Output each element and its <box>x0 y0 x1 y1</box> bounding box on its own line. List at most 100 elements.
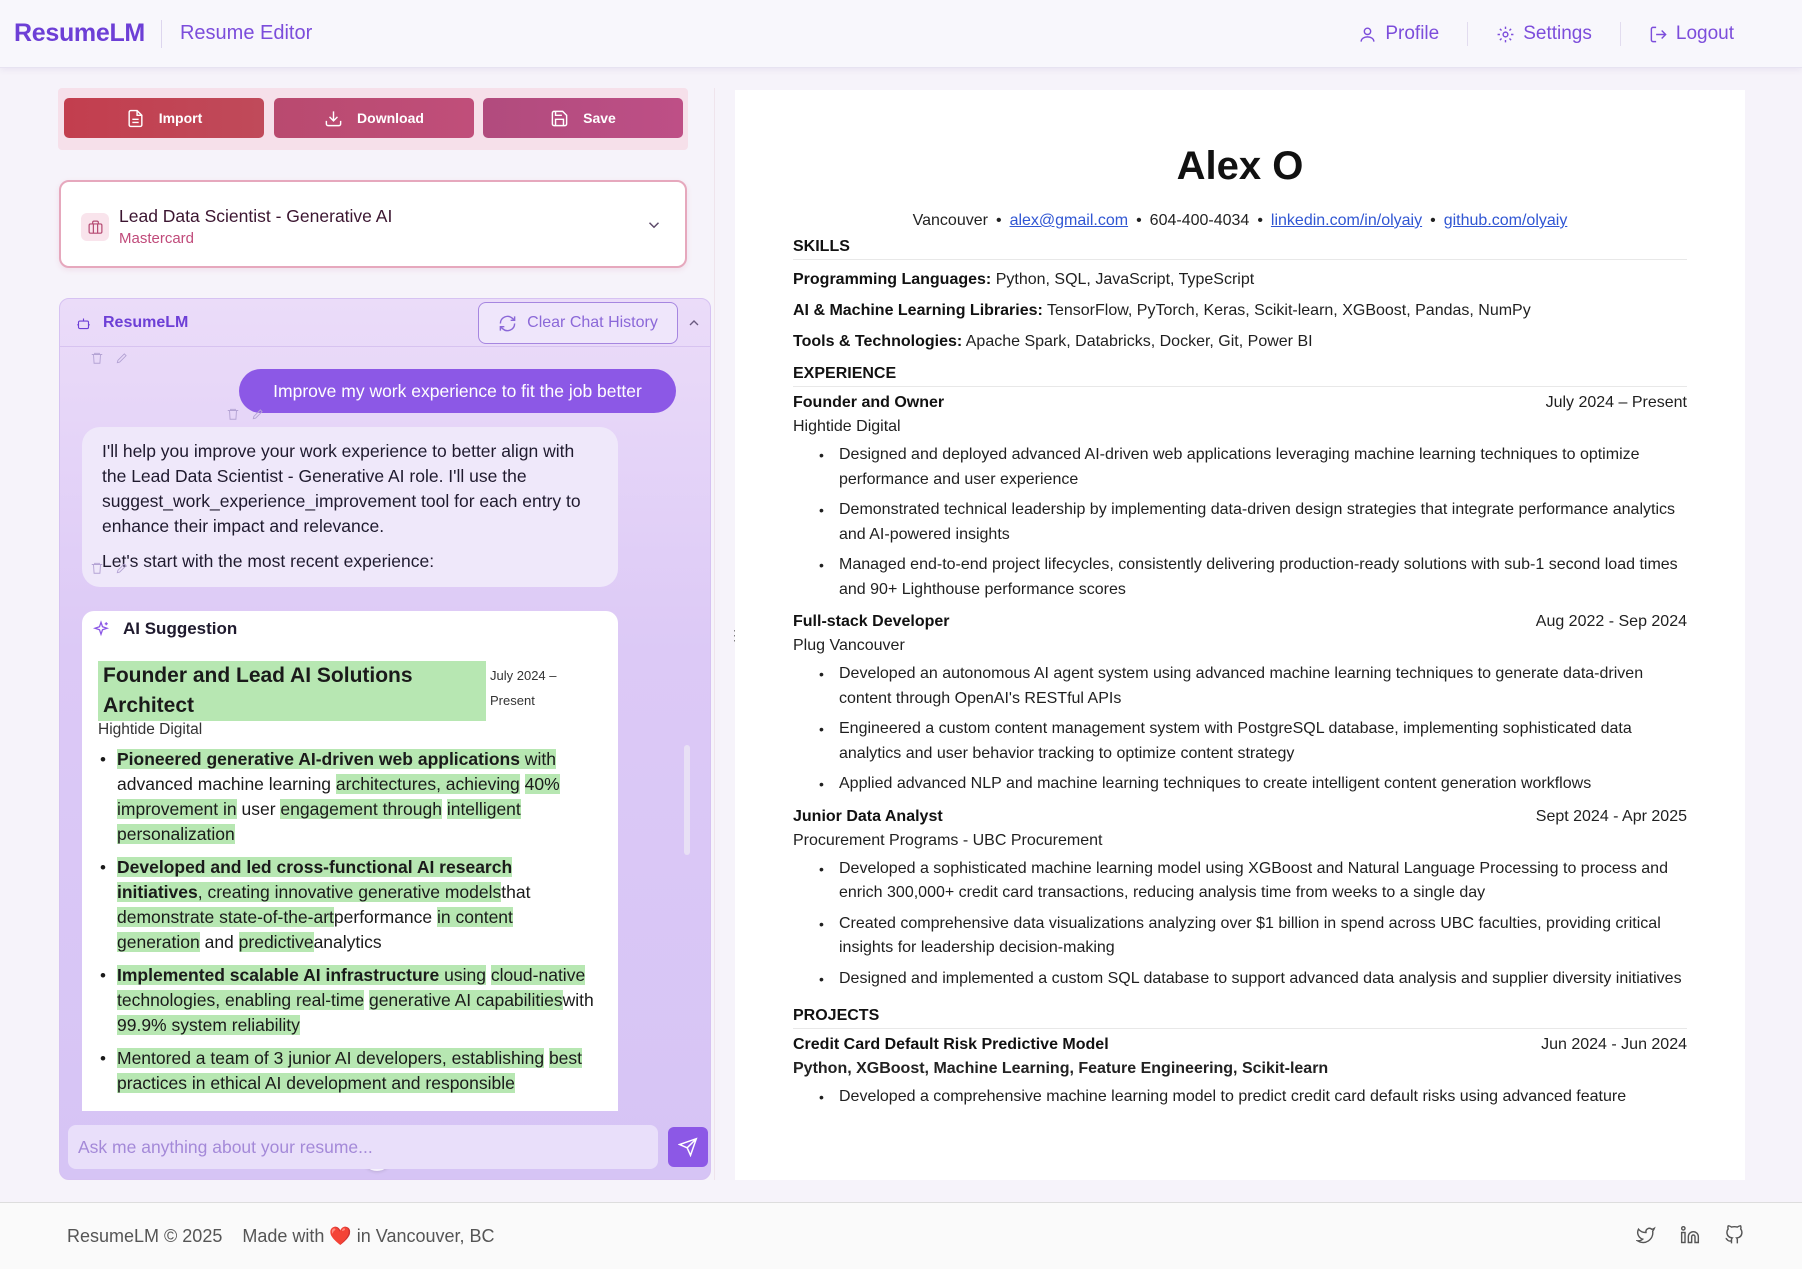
list-item: Developed and led cross-functional AI re… <box>100 855 600 955</box>
list-item: Applied advanced NLP and machine learnin… <box>793 772 1687 797</box>
linkedin-icon[interactable] <box>1680 1225 1700 1245</box>
target-job-card[interactable]: Lead Data Scientist - Generative AI Mast… <box>59 180 687 268</box>
logout-icon <box>1650 26 1667 42</box>
job-title: Lead Data Scientist - Generative AI <box>119 206 393 226</box>
top-nav: Profile Settings Logout <box>1330 0 1762 68</box>
assistant-text: Let's start with the most recent experie… <box>102 551 435 571</box>
resume-name: Alex O <box>1176 144 1304 188</box>
list-item: Designed and implemented a custom SQL da… <box>793 967 1687 992</box>
pencil-icon[interactable] <box>251 407 265 421</box>
save-button[interactable]: Save <box>483 98 683 138</box>
footer: ResumeLM © 2025 Made with ❤️ in Vancouve… <box>0 1202 1802 1269</box>
footer-copyright: ResumeLM © 2025 <box>67 1225 223 1246</box>
message-tools <box>90 351 129 365</box>
clear-chat-label: Clear Chat History <box>527 314 658 331</box>
list-item: Designed and deployed advanced AI-driven… <box>793 443 1687 492</box>
nav-profile[interactable]: Profile <box>1330 23 1467 45</box>
experience-entry: Founder and Owner July 2024 – Present Hig… <box>793 391 1687 602</box>
save-icon <box>551 110 568 126</box>
top-navbar: ResumeLM Resume Editor Profile Settings … <box>0 0 1802 68</box>
file-icon <box>128 109 143 127</box>
list-item: Developed an autonomous AI agent system … <box>793 662 1687 711</box>
clear-chat-button[interactable]: Clear Chat History <box>478 302 678 344</box>
section-heading: PROJECTS <box>793 999 1687 1029</box>
brand-divider <box>160 19 162 48</box>
resume-phone: 604-400-4034 <box>1149 212 1250 229</box>
project-entry: Credit Card Default Risk Predictive Mode… <box>793 1033 1687 1110</box>
github-icon[interactable] <box>1724 1225 1744 1245</box>
import-label: Import <box>158 110 203 126</box>
assistant-text: I'll help you improve your work experien… <box>102 441 581 536</box>
experience-entry: Full-stack Developer Aug 2022 - Sep 2024 … <box>793 610 1687 797</box>
suggestion-title: AI Suggestion <box>123 619 238 638</box>
sparkles-icon <box>92 620 110 637</box>
list-item: Pioneered generative AI-driven web appli… <box>100 747 600 847</box>
nav-logout[interactable]: Logout <box>1621 23 1762 45</box>
entry-date: Sept 2024 - Apr 2025 <box>1535 807 1687 825</box>
gear-icon <box>1497 26 1514 42</box>
download-label: Download <box>357 110 424 126</box>
user-message: Improve my work experience to fit the jo… <box>239 369 676 413</box>
skill-row: Programming Languages: Python, SQL, Java… <box>793 271 1255 288</box>
import-button[interactable]: Import <box>64 98 264 138</box>
section-heading: EXPERIENCE <box>793 357 1687 387</box>
resume-preview: Alex O Vancouver • alex@gmail.com • 604-400-… <box>735 90 1745 1180</box>
suggested-date: July 2024 – Present <box>490 668 557 708</box>
suggested-role: Founder and Lead AI Solutions Architect <box>98 661 486 721</box>
trash-icon[interactable] <box>90 351 104 365</box>
list-item: Created comprehensive data visualization… <box>793 912 1687 961</box>
chevron-up-icon[interactable] <box>686 315 702 331</box>
editor-panel: Import Download Save Lead Data Scientist… <box>58 88 711 1180</box>
chat-scrollbar[interactable] <box>684 745 690 855</box>
resume-linkedin-link[interactable]: linkedin.com/in/olyaiy <box>1271 212 1422 229</box>
send-button[interactable] <box>668 1127 708 1167</box>
user-icon <box>1360 26 1375 42</box>
trash-icon[interactable] <box>90 561 104 575</box>
message-tools <box>226 407 265 421</box>
project-tech: Python, XGBoost, Machine Learning, Featu… <box>793 1060 1329 1077</box>
send-icon <box>678 1137 698 1157</box>
nav-settings[interactable]: Settings <box>1468 23 1620 45</box>
pencil-icon[interactable] <box>115 561 129 575</box>
chat-input[interactable] <box>68 1125 658 1169</box>
list-item: Developed a comprehensive machine learni… <box>793 1085 1687 1110</box>
save-label: Save <box>583 110 616 126</box>
entry-role: Founder and Owner <box>793 394 945 411</box>
list-item: Demonstrated technical leadership by imp… <box>793 498 1687 547</box>
nav-settings-label: Settings <box>1523 23 1592 44</box>
bot-icon <box>77 318 90 330</box>
suggestion-header: AI Suggestion <box>92 619 237 639</box>
resume-github-link[interactable]: github.com/olyaiy <box>1444 212 1568 229</box>
entry-role: Full-stack Developer <box>793 613 950 630</box>
entry-date: Aug 2022 - Sep 2024 <box>1535 613 1687 630</box>
assistant-message: I'll help you improve your work experien… <box>82 427 618 587</box>
entry-role: Junior Data Analyst <box>793 807 943 825</box>
suggested-bullets: Pioneered generative AI-driven web appli… <box>100 747 600 1104</box>
project-date: Jun 2024 - Jun 2024 <box>1541 1036 1687 1053</box>
project-name: Credit Card Default Risk Predictive Mode… <box>793 1036 1109 1053</box>
brand-logo[interactable]: ResumeLM <box>14 19 145 48</box>
pencil-icon[interactable] <box>115 351 129 365</box>
message-tools <box>90 561 129 575</box>
footer-made-with: Made with ❤️ in Vancouver, BC <box>242 1225 495 1246</box>
entry-company: Hightide Digital <box>793 418 901 435</box>
skill-row: Tools & Technologies: Apache Spark, Data… <box>793 333 1313 350</box>
entry-date: July 2024 – Present <box>1545 394 1687 411</box>
entry-company: Procurement Programs - UBC Procurement <box>793 831 1103 849</box>
nav-logout-label: Logout <box>1675 23 1734 44</box>
chevron-down-icon[interactable] <box>645 216 663 234</box>
experience-entry: Junior Data Analyst Sept 2024 - Apr 2025 … <box>793 805 1687 992</box>
list-item: Developed a sophisticated machine learni… <box>793 857 1687 906</box>
skill-row: AI & Machine Learning Libraries: TensorF… <box>793 302 1531 319</box>
resume-contact: Vancouver • alex@gmail.com • 604-400-4034 • li… <box>912 212 1568 229</box>
section-heading: SKILLS <box>793 230 1687 260</box>
page-title: Resume Editor <box>179 22 313 44</box>
resume-email-link[interactable]: alex@gmail.com <box>1010 212 1129 229</box>
action-toolbar: Import Download Save <box>58 88 688 150</box>
trash-icon[interactable] <box>226 407 240 421</box>
job-company: Mastercard <box>119 230 195 247</box>
list-item: Managed end-to-end project lifecycles, c… <box>793 553 1687 602</box>
twitter-icon[interactable] <box>1636 1225 1656 1245</box>
download-button[interactable]: Download <box>274 98 474 138</box>
list-item: Engineered a custom content management s… <box>793 717 1687 766</box>
